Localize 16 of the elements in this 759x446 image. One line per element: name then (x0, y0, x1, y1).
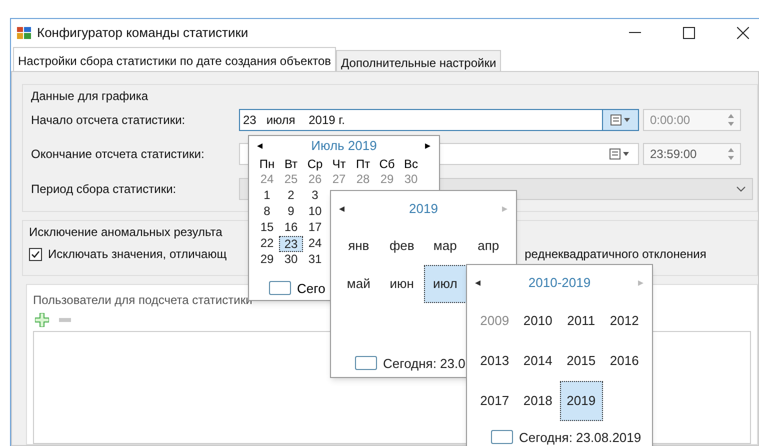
field-label: Окончание отсчета статистики: (31, 146, 206, 163)
group-title: Пользователи для подсчета статистики (33, 292, 252, 309)
weekday-label: Вт (283, 156, 299, 172)
checkbox-label: Исключать значения, отличающ (48, 246, 227, 263)
field-label: Начало отсчета статистики: (31, 112, 186, 129)
weekday-label: Ср (306, 156, 324, 172)
checkbox-label: реднеквадратичного отклонения (524, 246, 706, 263)
group-title: Данные для графика (31, 88, 150, 105)
weekday-label: Вс (402, 156, 419, 172)
field-label: Период сбора статистики: (31, 181, 178, 198)
weekday-label: Пн (258, 156, 276, 172)
group-title: Исключение аномальных результа (29, 224, 222, 241)
weekday-label: Сб (378, 156, 396, 172)
weekday-label: Пт (354, 156, 372, 172)
window-title: Конфигуратор команды статистики (37, 24, 248, 42)
weekday-label: Чт (331, 156, 347, 172)
